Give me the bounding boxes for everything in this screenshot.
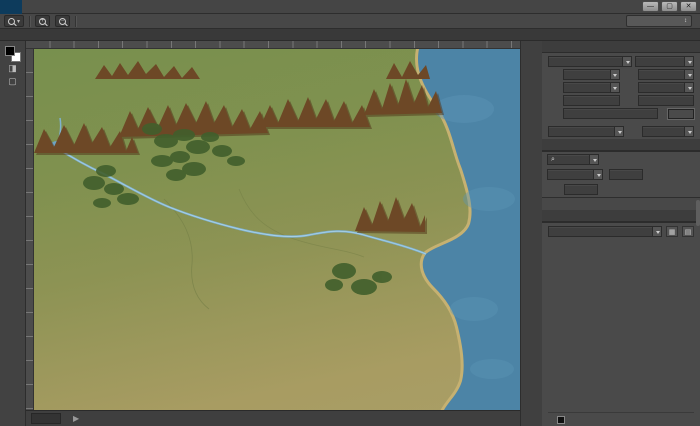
collapsed-panel-dock — [520, 41, 542, 426]
layer-filter-select[interactable]: ⌕ — [547, 154, 599, 165]
tools-panel: ◨ ▢ — [0, 41, 26, 426]
leading-select[interactable] — [637, 69, 694, 80]
library-color-swatch[interactable] — [557, 415, 565, 424]
language-select[interactable] — [548, 126, 625, 137]
status-bar: ▶ — [26, 410, 520, 426]
blend-mode-select[interactable] — [547, 169, 603, 180]
workspace-area: ◨ ▢ ▶ ⌕ ▦ ▤ — [0, 41, 700, 426]
minimize-button[interactable]: — — [642, 1, 659, 12]
canvas-area: ▶ — [26, 41, 520, 426]
library-select[interactable] — [548, 226, 662, 237]
anti-alias-select[interactable] — [642, 126, 694, 137]
character-panel-tabs — [542, 41, 700, 53]
maximize-button[interactable]: ▢ — [661, 1, 678, 12]
zoom-out-button[interactable]: − — [55, 15, 71, 27]
layers-panel: ⌕ — [542, 151, 700, 226]
separator — [29, 15, 31, 27]
layer-list — [542, 197, 700, 226]
color-chips[interactable] — [4, 46, 21, 62]
updown-arrows-icon: ↕ — [684, 18, 687, 24]
status-flyout-arrow-icon[interactable]: ▶ — [73, 414, 79, 423]
opacity-field[interactable] — [609, 169, 643, 180]
character-panel — [542, 53, 700, 139]
libraries-bottom-buttons — [548, 412, 694, 426]
text-color-swatch[interactable] — [668, 108, 694, 119]
grid-view-icon[interactable]: ▦ — [666, 226, 678, 237]
zoom-out-icon: − — [59, 17, 67, 25]
options-bar: ▾ + − ↕ — [0, 14, 700, 29]
vertical-ruler — [26, 49, 34, 410]
photoshop-logo — [0, 0, 22, 14]
caret-down-icon: ▾ — [17, 18, 21, 25]
map-document[interactable] — [34, 49, 520, 410]
right-panel-dock: ⌕ ▦ ▤ — [542, 41, 700, 426]
zoom-in-button[interactable]: + — [35, 15, 51, 27]
menu-bar: — ▢ ✕ — [0, 0, 700, 14]
quick-mask-button[interactable]: ◨ — [3, 62, 23, 75]
workspace-switcher[interactable]: ↕ — [626, 15, 692, 27]
layers-scrollbar[interactable] — [696, 200, 700, 226]
font-family-select[interactable] — [548, 56, 633, 67]
document-tab-bar — [0, 29, 700, 41]
ruler-ticks — [26, 41, 520, 48]
separator — [75, 15, 77, 27]
kerning-select[interactable] — [563, 82, 620, 93]
photoshop-window: { "app":{"logo":"Ps","workspace":"web"},… — [0, 0, 700, 426]
layers-panel-tabs — [542, 139, 700, 151]
baseline-shift-field[interactable] — [563, 108, 658, 119]
magnifier-icon — [8, 17, 15, 25]
tracking-select[interactable] — [637, 82, 694, 93]
vertical-scale-field[interactable] — [563, 95, 620, 106]
map-artwork — [34, 49, 520, 410]
font-style-select[interactable] — [635, 56, 694, 67]
libraries-panel-tabs — [542, 210, 700, 222]
horizontal-scale-field[interactable] — [637, 95, 694, 106]
horizontal-ruler — [26, 41, 520, 49]
layers-bottom-buttons — [542, 198, 700, 210]
canvas-body — [26, 49, 520, 410]
font-size-select[interactable] — [563, 69, 620, 80]
zoom-tool-preset[interactable]: ▾ — [4, 15, 25, 27]
list-view-icon[interactable]: ▤ — [682, 226, 694, 237]
screen-mode-button[interactable]: ▢ — [3, 75, 23, 88]
zoom-level-field[interactable] — [31, 413, 61, 424]
window-controls: — ▢ ✕ — [642, 1, 697, 12]
zoom-in-icon: + — [39, 17, 47, 25]
fill-field[interactable] — [564, 184, 598, 195]
close-button[interactable]: ✕ — [680, 1, 697, 12]
libraries-panel: ▦ ▤ — [542, 222, 700, 426]
foreground-color-chip[interactable] — [4, 46, 15, 56]
